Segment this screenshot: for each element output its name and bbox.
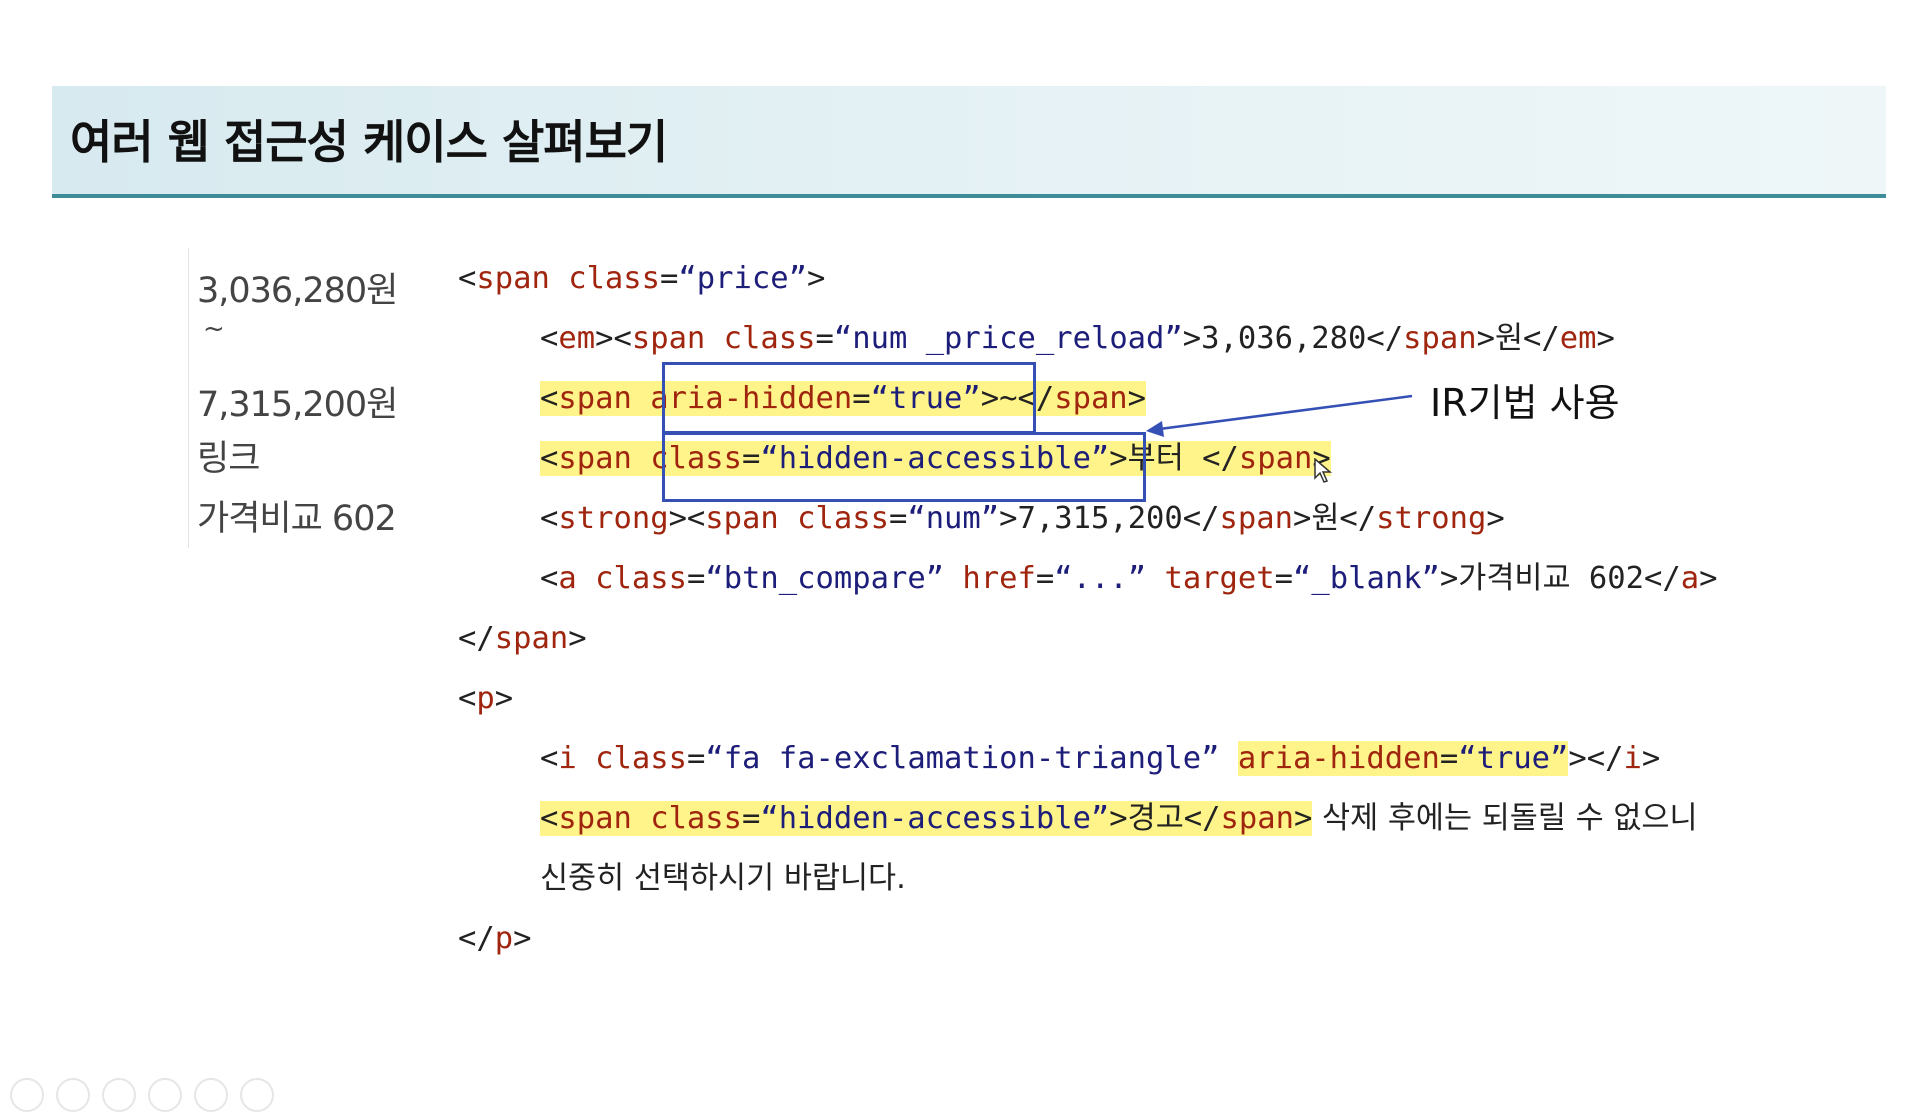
nav-dot[interactable] [56,1078,90,1112]
nav-dot[interactable] [148,1078,182,1112]
nav-dot[interactable] [240,1078,274,1112]
mouse-cursor-icon [1314,458,1333,483]
annotation-arrow [1146,394,1413,437]
slide-navigation-dots [0,1078,300,1112]
nav-dot[interactable] [102,1078,136,1112]
annotation-label: IR기법 사용 [1430,381,1620,425]
nav-dot[interactable] [194,1078,228,1112]
nav-dot[interactable] [10,1078,44,1112]
